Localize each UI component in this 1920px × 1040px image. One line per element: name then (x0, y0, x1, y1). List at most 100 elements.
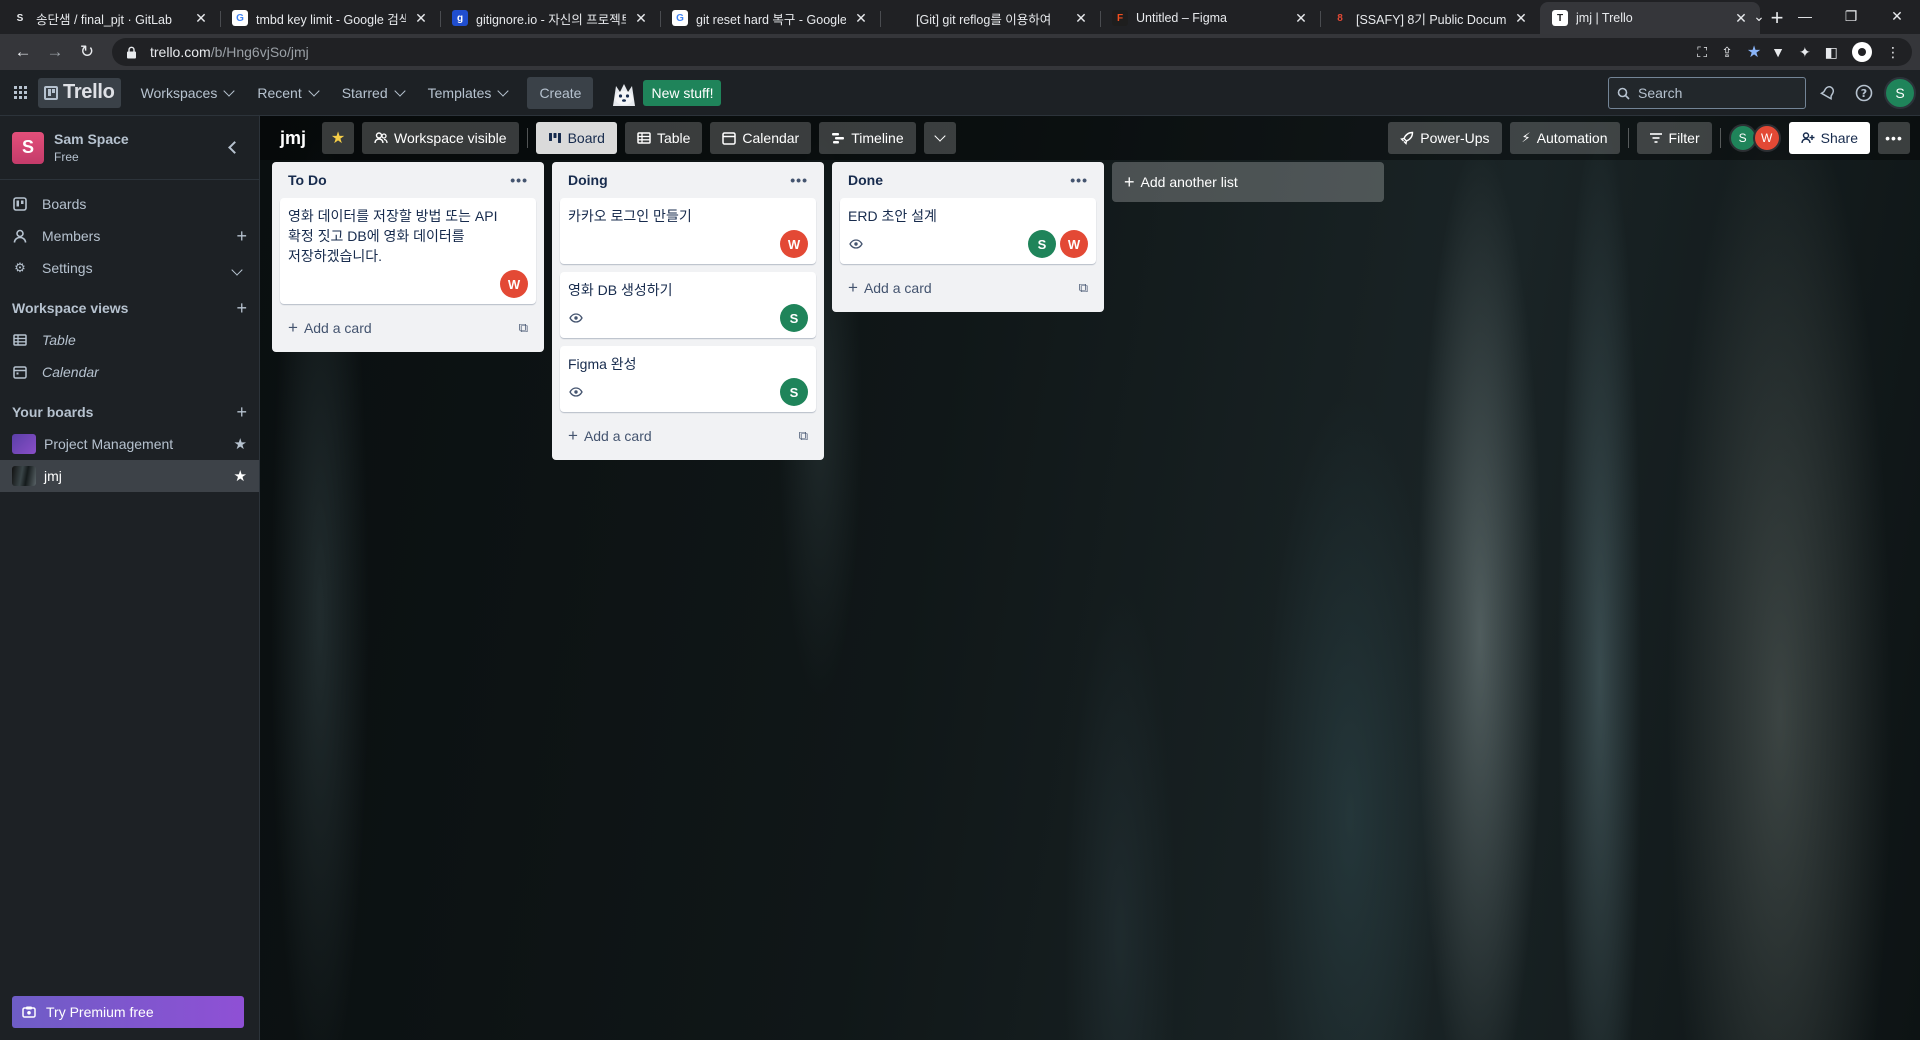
sidebar-board-project-management[interactable]: Project Management ★ (0, 428, 259, 460)
board-thumbnail (12, 466, 36, 486)
create-button[interactable]: Create (527, 76, 594, 109)
browser-tab[interactable]: Ggit reset hard 복구 - Google ✕ (660, 2, 880, 34)
member-avatar[interactable]: S (1028, 230, 1056, 258)
member-avatar[interactable]: W (780, 230, 808, 258)
close-window-button[interactable]: ✕ (1874, 0, 1920, 32)
nav-templates[interactable]: Templates (416, 77, 520, 109)
card-template-icon[interactable]: ⧉ (519, 320, 528, 336)
card-template-icon[interactable]: ⧉ (1079, 280, 1088, 296)
tab-close-icon[interactable]: ✕ (412, 9, 430, 27)
browser-menu-icon[interactable]: ⋮ (1886, 44, 1900, 61)
member-avatar[interactable]: W (500, 270, 528, 298)
browser-tab[interactable]: [Git] git reflog를 이용하여 ✕ (880, 2, 1100, 34)
lock-icon[interactable] (124, 45, 138, 59)
star-icon[interactable]: ★ (234, 435, 247, 453)
sidebar-item-settings[interactable]: ⚙ Settings (0, 252, 259, 284)
sidebar-board-jmj[interactable]: jmj ★ (0, 460, 259, 492)
omnibox[interactable]: trello.com/b/Hng6vjSo/jmj ⛶ ⇪ ★ ▼ ✦ ◧ ⋮ (112, 38, 1912, 66)
member-avatar[interactable]: W (1752, 124, 1781, 152)
tab-close-icon[interactable]: ✕ (1292, 9, 1310, 27)
member-avatar[interactable]: S (780, 304, 808, 332)
view-table-button[interactable]: Table (624, 122, 703, 154)
tab-close-icon[interactable]: ✕ (1512, 9, 1530, 27)
add-view-plus-icon[interactable]: + (236, 298, 247, 319)
nav-workspaces[interactable]: Workspaces (129, 77, 246, 109)
list-header[interactable]: Doing ••• (560, 162, 816, 198)
forward-button[interactable]: → (40, 37, 70, 67)
extensions-puzzle-icon[interactable]: ✦ (1799, 44, 1811, 61)
browser-tab[interactable]: Gtmbd key limit - Google 검색 ✕ (220, 2, 440, 34)
app-switcher-icon[interactable] (8, 81, 32, 105)
user-avatar[interactable]: S (1884, 77, 1916, 109)
view-timeline-button[interactable]: Timeline (819, 122, 916, 154)
board-title[interactable]: jmj (280, 128, 306, 149)
side-panel-icon[interactable]: ◧ (1825, 44, 1838, 61)
add-card-button[interactable]: + Add a card ⧉ (280, 312, 536, 344)
star-icon[interactable]: ★ (234, 467, 247, 485)
view-board-button[interactable]: Board (535, 122, 617, 154)
search-input[interactable]: Search (1608, 77, 1806, 109)
list-more-icon[interactable]: ••• (510, 172, 528, 188)
notifications-bell-icon[interactable] (1816, 81, 1840, 105)
member-avatar[interactable]: S (780, 378, 808, 406)
list-more-icon[interactable]: ••• (790, 172, 808, 188)
sidebar-item-boards[interactable]: Boards (0, 188, 259, 220)
tab-search-icon[interactable]: ⌄ (1736, 0, 1782, 32)
minimize-button[interactable]: — (1782, 0, 1828, 32)
member-avatar[interactable]: W (1060, 230, 1088, 258)
browser-tab[interactable]: S 송단샘 / final_pjt · GitLab ✕ (0, 2, 220, 34)
browser-tab[interactable]: g gitignore.io - 자신의 프로젝트 ✕ (440, 2, 660, 34)
reload-button[interactable]: ↻ (72, 37, 102, 67)
taco-mascot-icon[interactable] (607, 76, 641, 110)
add-card-button[interactable]: + Add a card ⧉ (840, 272, 1096, 304)
nav-recent[interactable]: Recent (245, 77, 329, 109)
card[interactable]: ERD 초안 설계 S W (840, 198, 1096, 264)
list-header[interactable]: Done ••• (840, 162, 1096, 198)
star-board-button[interactable]: ★ (322, 122, 355, 154)
card[interactable]: 카카오 로그인 만들기 W (560, 198, 816, 264)
collapse-sidebar-button[interactable] (219, 134, 247, 162)
powerups-button[interactable]: Power-Ups (1388, 122, 1502, 154)
share-button[interactable]: Share (1788, 122, 1870, 154)
filter-button[interactable]: Filter (1636, 122, 1712, 154)
card-template-icon[interactable]: ⧉ (799, 428, 808, 444)
browser-tab[interactable]: 8 [SSAFY] 8기 Public Document ✕ (1320, 2, 1540, 34)
list-more-icon[interactable]: ••• (1070, 172, 1088, 188)
nav-starred[interactable]: Starred (330, 77, 416, 109)
view-calendar-button[interactable]: Calendar (710, 122, 812, 154)
browser-tab[interactable]: F Untitled – Figma ✕ (1100, 2, 1320, 34)
share-page-icon[interactable]: ⇪ (1721, 44, 1733, 61)
add-list-button[interactable]: + Add another list (1112, 162, 1384, 202)
automation-button[interactable]: ⚡ Automation (1509, 122, 1620, 154)
list-header[interactable]: To Do ••• (280, 162, 536, 198)
chevron-down-icon[interactable] (231, 258, 247, 279)
board-menu-button[interactable]: ••• (1878, 122, 1910, 154)
trello-logo[interactable]: Trello (38, 77, 121, 108)
board-members: S W (1728, 124, 1781, 152)
help-icon[interactable]: ? (1852, 81, 1876, 105)
add-card-button[interactable]: + Add a card ⧉ (560, 420, 816, 452)
extension-v-icon[interactable]: ▼ (1771, 44, 1785, 60)
try-premium-button[interactable]: Try Premium free (12, 996, 244, 1028)
browser-profile-icon[interactable] (1852, 42, 1872, 62)
bookmark-star-icon[interactable]: ★ (1747, 42, 1761, 62)
more-views-button[interactable] (923, 122, 956, 154)
card[interactable]: 영화 DB 생성하기 S (560, 272, 816, 338)
add-member-plus-icon[interactable]: + (236, 226, 247, 247)
sidebar-view-table[interactable]: Table (0, 324, 259, 356)
sidebar-item-members[interactable]: Members + (0, 220, 259, 252)
restore-button[interactable]: ❐ (1828, 0, 1874, 32)
tab-close-icon[interactable]: ✕ (632, 9, 650, 27)
tab-close-icon[interactable]: ✕ (1072, 9, 1090, 27)
card[interactable]: 영화 데이터를 저장할 방법 또는 API 확정 짓고 DB에 영화 데이터를 … (280, 198, 536, 304)
add-board-plus-icon[interactable]: + (236, 402, 247, 423)
new-stuff-badge[interactable]: New stuff! (643, 79, 722, 106)
back-button[interactable]: ← (8, 37, 38, 67)
translate-icon[interactable]: ⛶ (1697, 44, 1707, 61)
visibility-button[interactable]: Workspace visible (362, 122, 519, 154)
sidebar-view-calendar[interactable]: Calendar (0, 356, 259, 388)
card[interactable]: Figma 완성 S (560, 346, 816, 412)
tab-close-icon[interactable]: ✕ (192, 9, 210, 27)
browser-tab[interactable]: Tjmj | Trello ✕ (1540, 2, 1760, 34)
tab-close-icon[interactable]: ✕ (852, 9, 870, 27)
